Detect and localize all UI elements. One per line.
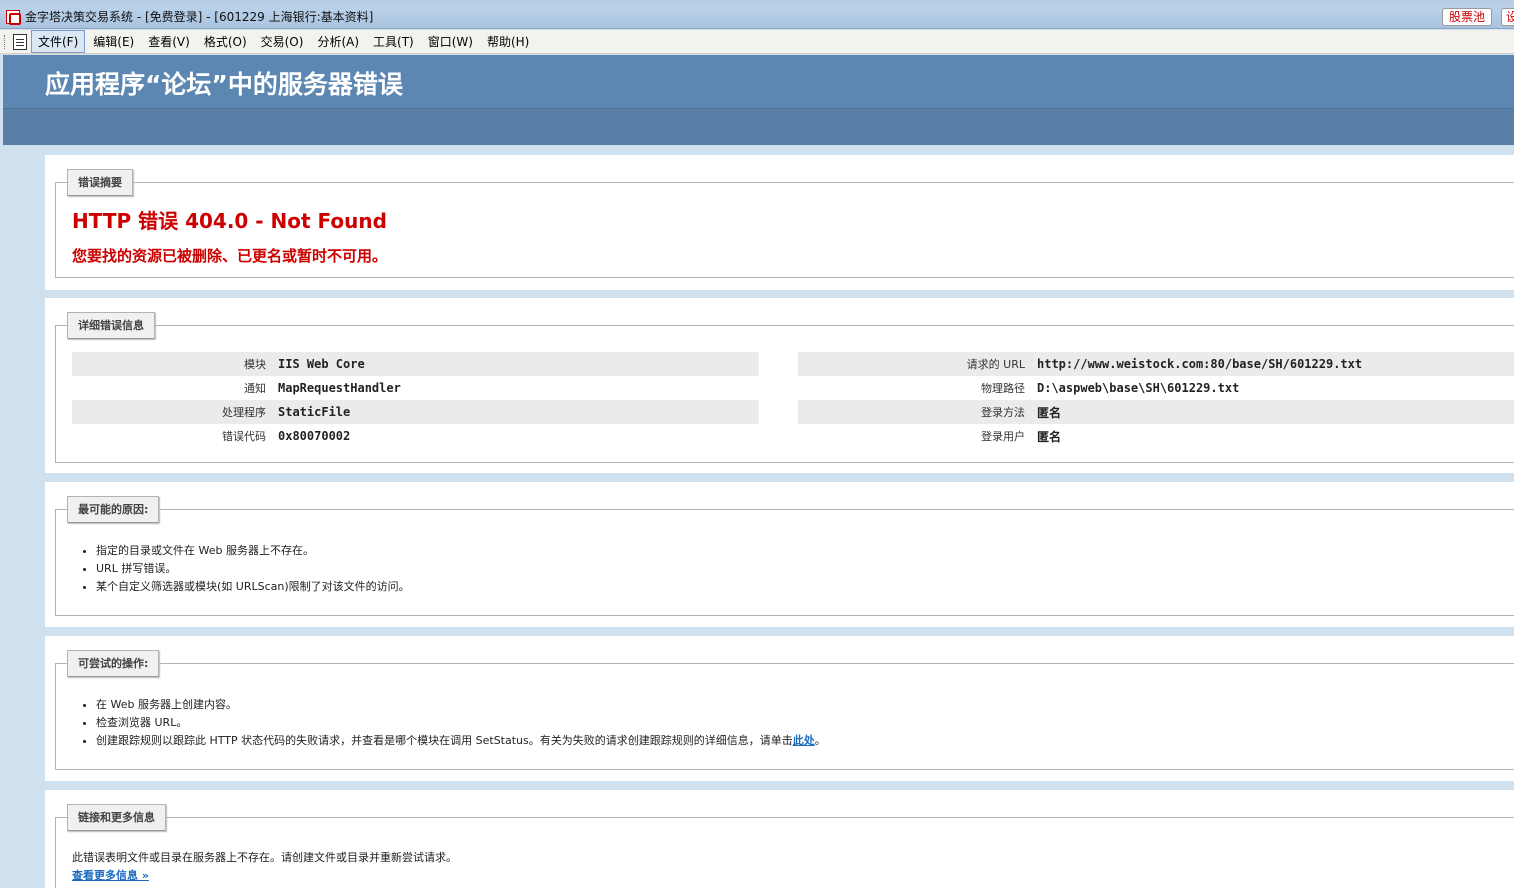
page-header: 应用程序“论坛”中的服务器错误 (3, 55, 1514, 108)
error-summary-panel: 错误摘要 HTTP 错误 404.0 - Not Found 您要找的资源已被删… (45, 155, 1514, 290)
detail-value: StaticFile (272, 400, 759, 424)
menu-file[interactable]: 文件(F) (31, 30, 86, 53)
list-item: 检查浏览器 URL。 (96, 714, 826, 732)
app-logo-icon (6, 9, 21, 25)
detail-key: 处理程序 (72, 400, 272, 424)
details-table-left: 模块 IIS Web Core 通知 MapRequestHandler 处理程序 S… (72, 352, 759, 448)
actions-legend: 可尝试的操作: (67, 650, 160, 677)
window-titlebar: 金字塔决策交易系统 - [免费登录] - [601229 上海银行:基本资料] … (0, 5, 1514, 29)
detail-value: IIS Web Core (272, 352, 759, 376)
causes-panel: 最可能的原因: 指定的目录或文件在 Web 服务器上不存在。 URL 拼写错误。… (45, 482, 1514, 627)
causes-fieldset: 最可能的原因: 指定的目录或文件在 Web 服务器上不存在。 URL 拼写错误。… (55, 496, 1514, 616)
links-fieldset: 链接和更多信息 此错误表明文件或目录在服务器上不存在。请创建文件或目录并重新尝试… (55, 804, 1514, 888)
causes-list: 指定的目录或文件在 Web 服务器上不存在。 URL 拼写错误。 某个自定义筛选… (96, 542, 410, 596)
list-item: 某个自定义筛选器或模块(如 URLScan)限制了对该文件的访问。 (96, 578, 410, 596)
error-summary-legend: 错误摘要 (67, 169, 133, 196)
detail-key: 登录方法 (798, 400, 1031, 424)
list-item: 指定的目录或文件在 Web 服务器上不存在。 (96, 542, 410, 560)
menu-format[interactable]: 格式(O) (198, 31, 253, 52)
table-row: 通知 MapRequestHandler (72, 376, 759, 400)
list-item: 创建跟踪规则以跟踪此 HTTP 状态代码的失败请求，并查看是哪个模块在调用 Se… (96, 732, 826, 750)
table-row: 登录用户 匿名 (798, 424, 1514, 448)
page-title: 应用程序“论坛”中的服务器错误 (45, 70, 403, 99)
list-item: URL 拼写错误。 (96, 560, 410, 578)
table-row: 请求的 URL http://www.weistock.com:80/base/S… (798, 352, 1514, 376)
menu-trade[interactable]: 交易(O) (255, 31, 310, 52)
menu-analysis[interactable]: 分析(A) (311, 31, 365, 52)
menu-help[interactable]: 帮助(H) (481, 31, 535, 52)
stock-pool-button[interactable]: 股票池 (1442, 8, 1493, 26)
detail-key: 模块 (72, 352, 272, 376)
detail-value: 匿名 (1037, 429, 1062, 444)
table-row: 模块 IIS Web Core (72, 352, 759, 376)
list-item-end: 。 (814, 734, 826, 747)
detail-key: 通知 (244, 382, 266, 395)
table-row: 物理路径 D:\aspweb\base\SH\601229.txt (798, 376, 1514, 400)
page-subheader (3, 108, 1514, 145)
error-summary-fieldset: 错误摘要 HTTP 错误 404.0 - Not Found 您要找的资源已被删… (55, 169, 1514, 278)
window-title: 金字塔决策交易系统 - [免费登录] - [601229 上海银行:基本资料] (25, 10, 374, 24)
menu-edit[interactable]: 编辑(E) (87, 31, 140, 52)
browser-content: 应用程序“论坛”中的服务器错误 错误摘要 HTTP 错误 404.0 - Not… (3, 55, 1514, 888)
causes-legend: 最可能的原因: (67, 496, 160, 523)
menu-bar: 文件(F) 编辑(E) 查看(V) 格式(O) 交易(O) 分析(A) 工具(T… (0, 30, 1514, 54)
toolbar-grip[interactable] (4, 34, 7, 49)
detail-key: 请求的 URL (798, 352, 1031, 376)
more-info-link[interactable]: 查看更多信息 » (72, 867, 149, 883)
error-title: HTTP 错误 404.0 - Not Found (72, 209, 387, 233)
detail-key: 登录用户 (981, 430, 1025, 443)
document-icon[interactable] (13, 33, 27, 50)
menu-tools[interactable]: 工具(T) (367, 31, 420, 52)
links-panel: 链接和更多信息 此错误表明文件或目录在服务器上不存在。请创建文件或目录并重新尝试… (45, 790, 1514, 888)
details-table-right: 请求的 URL http://www.weistock.com:80/base/S… (798, 352, 1514, 448)
table-row: 登录方法 匿名 (798, 400, 1514, 424)
actions-list: 在 Web 服务器上创建内容。 检查浏览器 URL。 创建跟踪规则以跟踪此 HT… (96, 696, 826, 750)
detail-value: MapRequestHandler (278, 381, 401, 395)
detail-value: 匿名 (1031, 400, 1514, 424)
table-row: 处理程序 StaticFile (72, 400, 759, 424)
error-details-fieldset: 详细错误信息 模块 IIS Web Core 通知 MapRequestHandle… (55, 312, 1514, 463)
detail-key: 物理路径 (981, 382, 1025, 395)
click-here-link[interactable]: 此处 (793, 734, 815, 747)
detail-value: 0x80070002 (278, 429, 351, 443)
links-legend: 链接和更多信息 (67, 804, 166, 831)
menu-view[interactable]: 查看(V) (142, 31, 196, 52)
list-item: 在 Web 服务器上创建内容。 (96, 696, 826, 714)
detail-key: 错误代码 (222, 430, 266, 443)
partial-button[interactable]: 设 (1501, 8, 1514, 26)
actions-fieldset: 可尝试的操作: 在 Web 服务器上创建内容。 检查浏览器 URL。 创建跟踪规… (55, 650, 1514, 770)
actions-panel: 可尝试的操作: 在 Web 服务器上创建内容。 检查浏览器 URL。 创建跟踪规… (45, 636, 1514, 781)
menu-window[interactable]: 窗口(W) (422, 31, 479, 52)
table-row: 错误代码 0x80070002 (72, 424, 759, 448)
detail-value: http://www.weistock.com:80/base/SH/60122… (1031, 352, 1514, 376)
error-details-legend: 详细错误信息 (67, 312, 155, 339)
detail-value: D:\aspweb\base\SH\601229.txt (1037, 381, 1240, 395)
error-subtitle: 您要找的资源已被删除、已更名或暂时不可用。 (72, 247, 388, 265)
list-item-text: 创建跟踪规则以跟踪此 HTTP 状态代码的失败请求，并查看是哪个模块在调用 Se… (96, 734, 793, 747)
links-description: 此错误表明文件或目录在服务器上不存在。请创建文件或目录并重新尝试请求。 (72, 851, 457, 864)
error-details-panel: 详细错误信息 模块 IIS Web Core 通知 MapRequestHandle… (45, 298, 1514, 473)
